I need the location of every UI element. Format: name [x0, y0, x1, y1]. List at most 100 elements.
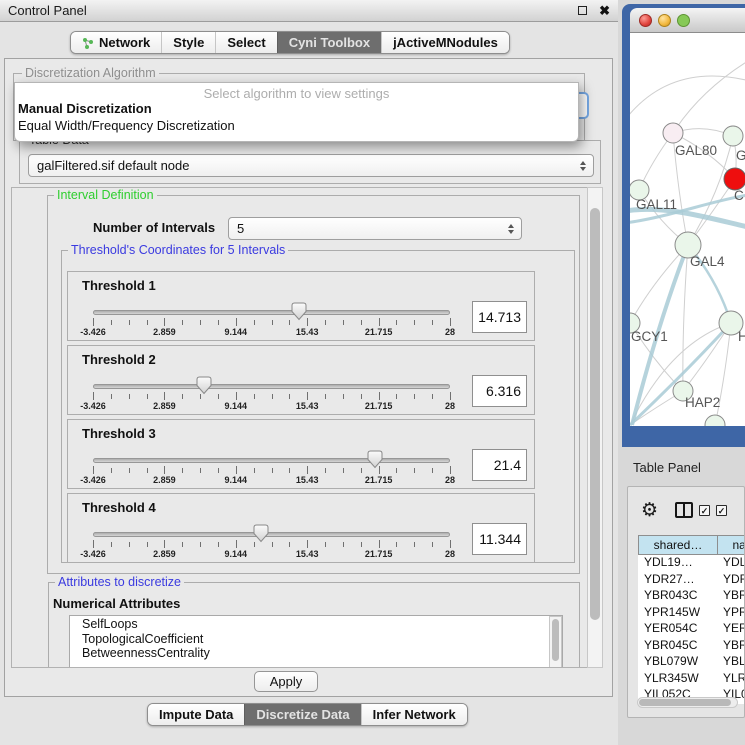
threshold-slider-thumb[interactable] [253, 524, 269, 543]
slider-tick-label: 2.859 [153, 401, 176, 411]
attribute-item[interactable]: TopologicalCoefficient [70, 631, 562, 646]
table-cell[interactable]: YDL19… [638, 555, 718, 572]
table-row[interactable]: YDL19…YDL19… [638, 555, 745, 572]
slider-tick [147, 394, 148, 399]
tab-style[interactable]: Style [161, 32, 215, 53]
popup-item-equal-width-frequency-discretization[interactable]: Equal Width/Frequency Discretization [15, 117, 578, 134]
table-cell[interactable]: YER054C [638, 621, 718, 638]
attributes-scrollbar[interactable] [549, 616, 562, 668]
tab-cyni-toolbox[interactable]: Cyni Toolbox [277, 32, 381, 53]
table-cell[interactable]: YPR145W [638, 605, 718, 622]
settings-scrollbar[interactable] [587, 187, 603, 668]
table-cell[interactable]: YBL079W [718, 654, 745, 671]
threshold-slider-thumb[interactable] [291, 302, 307, 321]
checkbox-icon[interactable]: ✓ [699, 505, 710, 516]
threshold-label: Threshold 4 [82, 500, 156, 515]
table-cell[interactable]: YBL079W [638, 654, 718, 671]
table-cell[interactable]: YDR27… [718, 572, 745, 589]
slider-tick [379, 392, 380, 400]
numerical-attributes-list[interactable]: SelfLoopsTopologicalCoefficientBetweenne… [69, 615, 563, 668]
table-data-combo-value: galFiltered.sif default node [37, 158, 189, 173]
tab-jactivemnodules[interactable]: jActiveMNodules [381, 32, 509, 53]
table-cell[interactable]: YDL19… [718, 555, 745, 572]
minimize-window-icon[interactable] [658, 14, 671, 27]
table-row[interactable]: YBL079WYBL079W [638, 654, 745, 671]
table-header-name[interactable]: name [718, 535, 745, 555]
attribute-item[interactable]: BetweennessCentrality [70, 645, 562, 660]
table-header-shared-name[interactable]: shared… [638, 535, 718, 555]
tab-discretize-data[interactable]: Discretize Data [244, 704, 360, 725]
tab-impute-data[interactable]: Impute Data [148, 704, 244, 725]
table-hscrollbar[interactable] [637, 697, 738, 708]
slider-tick [129, 468, 130, 473]
table-row[interactable]: YPR145WYPR145W [638, 605, 745, 622]
threshold-slider-track[interactable] [93, 532, 450, 537]
network-edge[interactable] [630, 245, 688, 323]
tab-network[interactable]: Network [71, 32, 161, 53]
slider-tick [200, 468, 201, 473]
attributes-scrollbar-thumb[interactable] [552, 619, 559, 661]
slider-tick-label: 9.144 [225, 327, 248, 337]
num-intervals-combo[interactable]: 5 [228, 217, 522, 240]
gear-icon[interactable]: ⚙ [641, 501, 658, 520]
panel-title: Control Panel [0, 3, 578, 18]
settings-scrollbar-thumb[interactable] [590, 208, 600, 620]
table-row[interactable]: YDR27…YDR27… [638, 572, 745, 589]
network-node[interactable] [723, 126, 743, 146]
tab-infer-network[interactable]: Infer Network [361, 704, 467, 725]
apply-button[interactable]: Apply [254, 671, 318, 692]
tab-label: Infer Network [373, 707, 456, 722]
threshold-slider-track[interactable] [93, 310, 450, 315]
network-edge[interactable] [673, 61, 745, 133]
threshold-value-field[interactable]: 21.4 [472, 449, 527, 481]
checkbox-icon[interactable]: ✓ [716, 505, 727, 516]
network-canvas[interactable]: GAL80GACGAL11GAL4GCY1HHAP2 [630, 33, 745, 426]
network-node[interactable] [724, 168, 745, 190]
table-cell[interactable]: YBR043C [638, 588, 718, 605]
table-row[interactable]: YER054CYER054C [638, 621, 745, 638]
threshold-value-field[interactable]: 11.344 [472, 523, 527, 555]
network-node[interactable] [663, 123, 683, 143]
split-table-icon[interactable] [675, 502, 693, 518]
threshold-value-field[interactable]: 6.316 [472, 375, 527, 407]
threshold-slider-track[interactable] [93, 458, 450, 463]
table-cell[interactable]: YDR27… [638, 572, 718, 589]
slider-tick [129, 542, 130, 547]
table-cell[interactable]: YLR345W [718, 671, 745, 688]
table-cell[interactable]: YPR145W [718, 605, 745, 622]
tab-select[interactable]: Select [215, 32, 276, 53]
table-hscrollbar-thumb[interactable] [639, 699, 731, 706]
table-cell[interactable]: YLR345W [638, 671, 718, 688]
slider-tick [307, 466, 308, 474]
threshold-slider-thumb[interactable] [196, 376, 212, 395]
zoom-window-icon[interactable] [677, 14, 690, 27]
table-cell[interactable]: YBR043C [718, 588, 745, 605]
threshold-slider-track[interactable] [93, 384, 450, 389]
table-cell[interactable]: YBR045C [718, 638, 745, 655]
table-row[interactable]: YBR043CYBR043C [638, 588, 745, 605]
table-row[interactable]: YLR345WYLR345W [638, 671, 745, 688]
threshold-value-field[interactable]: 14.713 [472, 301, 527, 333]
slider-tick-label: 2.859 [153, 327, 176, 337]
threshold-slider-thumb[interactable] [367, 450, 383, 469]
tab-label: Style [173, 35, 204, 50]
table-cell[interactable]: YBR045C [638, 638, 718, 655]
attribute-item[interactable]: SelfLoops [70, 616, 562, 631]
table-cell[interactable]: YER054C [718, 621, 745, 638]
popup-item-manual-discretization[interactable]: Manual Discretization [15, 100, 578, 117]
slider-tick [414, 468, 415, 473]
table-row[interactable]: YBR045CYBR045C [638, 638, 745, 655]
slider-tick [93, 540, 94, 548]
stepper-icons [508, 224, 514, 234]
slider-tick [236, 392, 237, 400]
interval-definition-group: Interval Definition Number of Intervals … [47, 195, 580, 574]
float-panel-icon[interactable] [578, 6, 587, 15]
close-window-icon[interactable] [639, 14, 652, 27]
table-data-combo[interactable]: galFiltered.sif default node [28, 154, 594, 177]
network-edge[interactable] [630, 76, 745, 121]
slider-tick [236, 466, 237, 474]
network-node[interactable] [705, 415, 725, 426]
network-node-label: GAL4 [690, 254, 725, 269]
threshold-label: Threshold 3 [82, 426, 156, 441]
close-icon[interactable]: ✖ [599, 4, 610, 17]
